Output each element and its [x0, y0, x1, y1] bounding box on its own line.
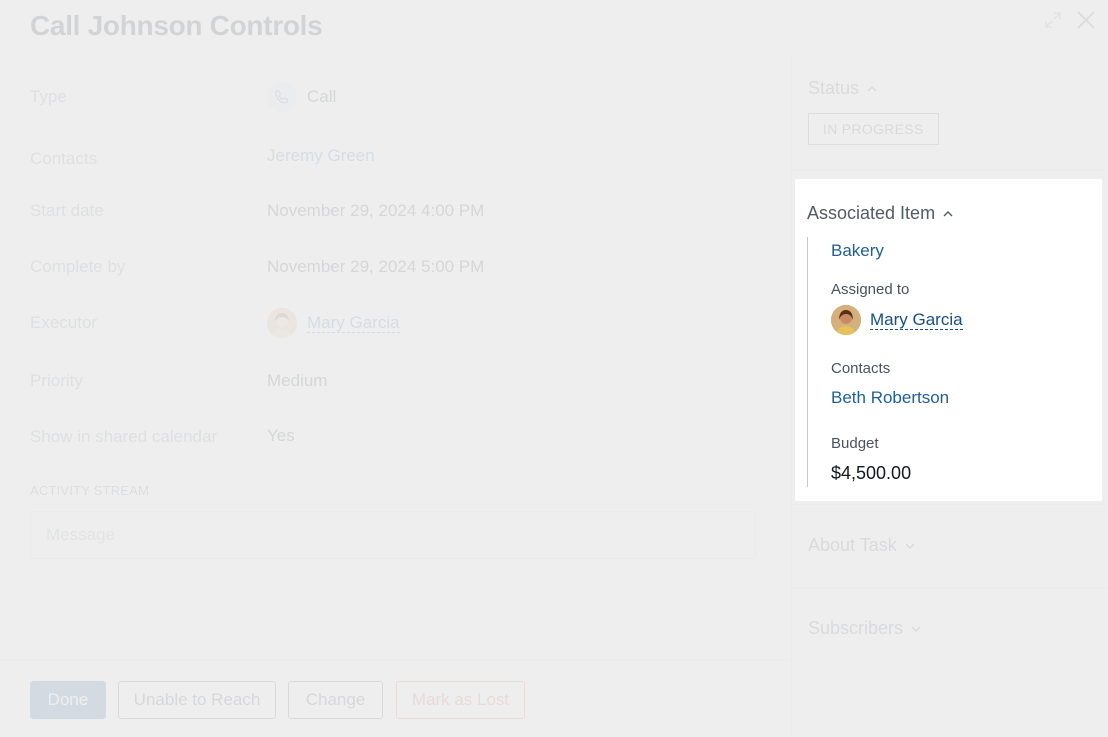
expand-icon[interactable]	[1044, 11, 1062, 29]
field-type: Type Call	[30, 82, 750, 112]
change-button[interactable]: Change	[288, 681, 383, 719]
chevron-down-icon	[905, 543, 915, 549]
field-label: Show in shared calendar	[30, 427, 218, 446]
field-label: Type	[30, 87, 67, 106]
done-button[interactable]: Done	[30, 681, 106, 719]
avatar	[831, 305, 861, 335]
assigned-to-label: Assigned to	[831, 281, 910, 298]
avatar	[267, 308, 297, 338]
associated-item-link[interactable]: Bakery	[831, 241, 884, 261]
subscribers-toggle[interactable]: Subscribers	[808, 618, 921, 639]
field-complete-by: Complete by November 29, 2024 5:00 PM	[30, 252, 750, 282]
chevron-up-icon	[867, 85, 877, 91]
page-title: Call Johnson Controls	[30, 10, 323, 41]
field-shared-calendar: Show in shared calendar Yes	[30, 422, 750, 452]
mark-as-lost-button[interactable]: Mark as Lost	[396, 681, 525, 719]
budget-value: $4,500.00	[831, 463, 912, 483]
message-input[interactable]: Message	[30, 511, 756, 559]
status-badge[interactable]: IN PROGRESS	[808, 113, 939, 145]
field-executor: Executor Mary Garcia	[30, 308, 750, 338]
unable-to-reach-button[interactable]: Unable to Reach	[118, 681, 276, 719]
chevron-up-icon	[943, 210, 953, 216]
associated-item-card: Associated Item Bakery Assigned to Mary …	[795, 179, 1102, 501]
field-label: Executor	[30, 313, 98, 332]
field-priority: Priority Medium	[30, 366, 750, 396]
budget-label: Budget	[831, 435, 879, 452]
activity-stream-heading: ACTIVITY STREAM	[30, 483, 150, 498]
divider	[792, 588, 1108, 589]
priority-value[interactable]: Medium	[267, 371, 327, 391]
field-start-date: Start date November 29, 2024 4:00 PM	[30, 196, 750, 226]
field-label: Contacts	[30, 149, 98, 168]
phone-icon	[267, 82, 297, 112]
status-title: Status	[808, 78, 860, 98]
field-label: Start date	[30, 201, 104, 220]
divider	[792, 170, 1108, 171]
field-label: Priority	[30, 371, 83, 390]
chevron-down-icon	[911, 626, 921, 632]
contact-link[interactable]: Jeremy Green	[267, 146, 375, 166]
type-value: Call	[307, 87, 337, 106]
start-date-value[interactable]: November 29, 2024 4:00 PM	[267, 201, 484, 221]
assignee-link[interactable]: Mary Garcia	[870, 310, 963, 330]
status-section-toggle[interactable]: Status	[808, 78, 877, 99]
field-value: Call	[267, 82, 336, 112]
contact-link[interactable]: Beth Robertson	[831, 388, 949, 408]
complete-by-value[interactable]: November 29, 2024 5:00 PM	[267, 257, 484, 277]
shared-calendar-value[interactable]: Yes	[267, 426, 295, 446]
field-label: Complete by	[30, 257, 126, 276]
field-value: Mary Garcia	[267, 308, 400, 338]
window-controls	[1044, 10, 1096, 30]
contacts-label: Contacts	[831, 360, 891, 377]
executor-link[interactable]: Mary Garcia	[307, 313, 400, 333]
close-icon[interactable]	[1076, 10, 1096, 30]
about-task-title: About Task	[808, 535, 897, 555]
assignee: Mary Garcia	[831, 305, 963, 335]
action-bar: Done Unable to Reach Change Mark as Lost	[0, 660, 791, 737]
task-details: Type Call Contacts Jeremy Green Start da…	[0, 56, 791, 660]
associated-item-toggle[interactable]: Associated Item	[807, 203, 953, 224]
about-task-toggle[interactable]: About Task	[808, 535, 915, 556]
associated-item-body: Bakery Assigned to Mary Garcia Contacts …	[807, 237, 1097, 487]
associated-item-title: Associated Item	[807, 203, 936, 223]
subscribers-title: Subscribers	[808, 618, 904, 638]
divider	[792, 504, 1108, 505]
field-contacts: Contacts Jeremy Green	[30, 138, 750, 168]
